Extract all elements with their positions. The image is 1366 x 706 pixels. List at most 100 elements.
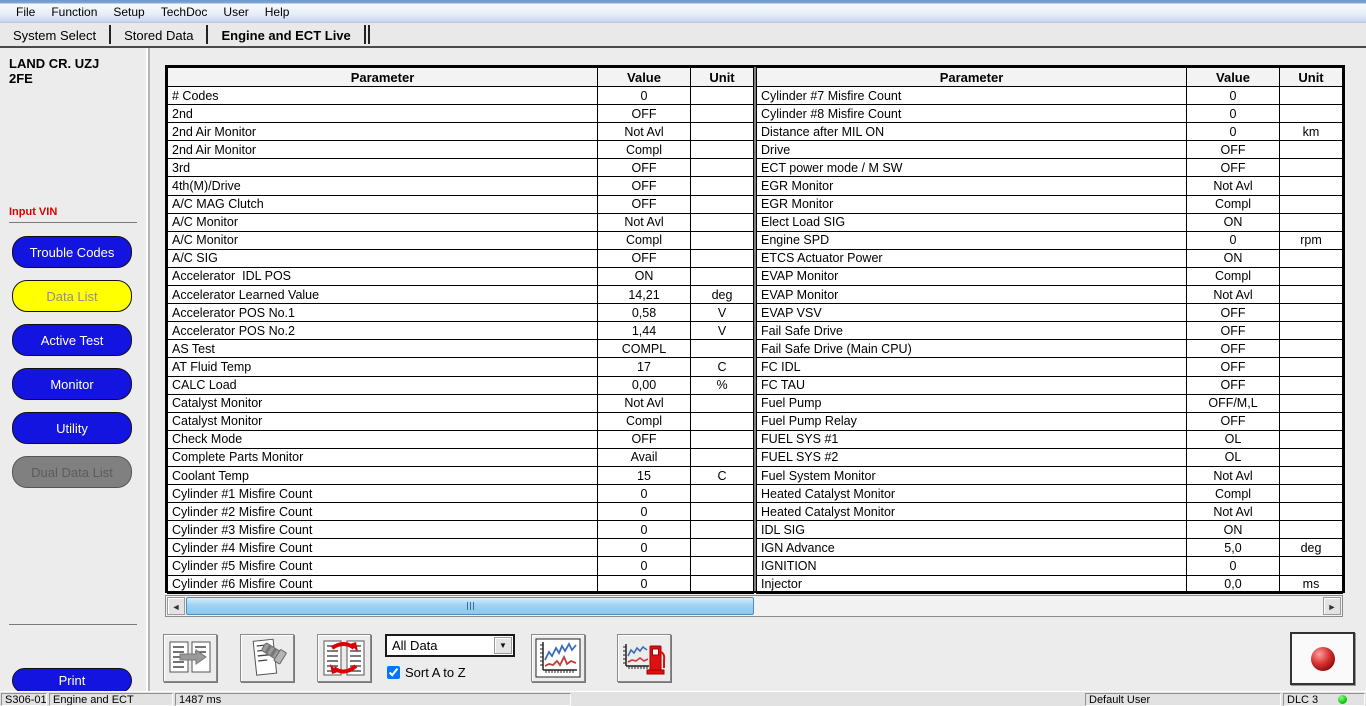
- param-cell: A/C Monitor: [168, 231, 598, 249]
- param-cell: # Codes: [168, 87, 598, 105]
- header-value[interactable]: Value: [1187, 68, 1280, 87]
- sort-a-to-z-checkbox[interactable]: [387, 666, 400, 679]
- table-row[interactable]: Cylinder #2 Misfire Count0: [168, 503, 754, 521]
- utility-button[interactable]: Utility: [12, 412, 132, 444]
- table-row[interactable]: EVAP MonitorCompl: [757, 267, 1343, 285]
- table-row[interactable]: Fuel System MonitorNot Avl: [757, 466, 1343, 484]
- table-row[interactable]: IGNITION0: [757, 557, 1343, 575]
- scroll-left-arrow-icon[interactable]: ◄: [167, 597, 185, 615]
- trouble-codes-button[interactable]: Trouble Codes: [12, 236, 132, 268]
- line-graph-button[interactable]: [531, 634, 585, 682]
- table-row[interactable]: Elect Load SIGON: [757, 213, 1343, 231]
- table-row[interactable]: Heated Catalyst MonitorCompl: [757, 485, 1343, 503]
- table-row[interactable]: Complete Parts MonitorAvail: [168, 448, 754, 466]
- menu-user[interactable]: User: [215, 2, 256, 22]
- table-row[interactable]: Cylinder #1 Misfire Count0: [168, 485, 754, 503]
- table-row[interactable]: FUEL SYS #1OL: [757, 430, 1343, 448]
- table-row[interactable]: Check ModeOFF: [168, 430, 754, 448]
- value-cell: OFF: [598, 430, 691, 448]
- data-filter-dropdown[interactable]: All Data ▼: [385, 634, 515, 657]
- table-row[interactable]: Fail Safe DriveOFF: [757, 322, 1343, 340]
- table-row[interactable]: # Codes0: [168, 87, 754, 105]
- table-row[interactable]: Cylinder #3 Misfire Count0: [168, 521, 754, 539]
- table-row[interactable]: Cylinder #7 Misfire Count0: [757, 87, 1343, 105]
- table-row[interactable]: Coolant Temp15C: [168, 466, 754, 484]
- table-row[interactable]: EGR MonitorNot Avl: [757, 177, 1343, 195]
- table-row[interactable]: Fail Safe Drive (Main CPU)OFF: [757, 340, 1343, 358]
- header-value[interactable]: Value: [598, 68, 691, 87]
- scrollbar-thumb[interactable]: [186, 597, 754, 615]
- menu-file[interactable]: File: [8, 2, 43, 22]
- header-parameter[interactable]: Parameter: [168, 68, 598, 87]
- tab-stored-data[interactable]: Stored Data: [111, 25, 208, 44]
- table-row[interactable]: EGR MonitorCompl: [757, 195, 1343, 213]
- table-row[interactable]: Accelerator Learned Value14,21deg: [168, 286, 754, 304]
- table-row[interactable]: 4th(M)/DriveOFF: [168, 177, 754, 195]
- table-row[interactable]: A/C SIGOFF: [168, 249, 754, 267]
- table-row[interactable]: DriveOFF: [757, 141, 1343, 159]
- table-row[interactable]: Fuel Pump RelayOFF: [757, 412, 1343, 430]
- header-unit[interactable]: Unit: [1280, 68, 1343, 87]
- table-row[interactable]: Injector0,0ms: [757, 575, 1343, 593]
- table-row[interactable]: 3rdOFF: [168, 159, 754, 177]
- select-data-list-button[interactable]: [163, 634, 217, 682]
- scroll-right-arrow-icon[interactable]: ►: [1323, 597, 1341, 615]
- table-row[interactable]: EVAP MonitorNot Avl: [757, 286, 1343, 304]
- graph-fuel-button[interactable]: [617, 634, 671, 682]
- table-row[interactable]: Heated Catalyst MonitorNot Avl: [757, 503, 1343, 521]
- table-row[interactable]: ETCS Actuator PowerON: [757, 249, 1343, 267]
- active-test-button[interactable]: Active Test: [12, 324, 132, 356]
- table-row[interactable]: Cylinder #5 Misfire Count0: [168, 557, 754, 575]
- table-row[interactable]: IDL SIGON: [757, 521, 1343, 539]
- table-row[interactable]: Cylinder #4 Misfire Count0: [168, 539, 754, 557]
- header-parameter[interactable]: Parameter: [757, 68, 1187, 87]
- table-row[interactable]: Distance after MIL ON0km: [757, 123, 1343, 141]
- table-row[interactable]: Fuel PumpOFF/M,L: [757, 394, 1343, 412]
- menu-techdoc[interactable]: TechDoc: [153, 2, 216, 22]
- table-row[interactable]: 2nd Air MonitorCompl: [168, 141, 754, 159]
- horizontal-scrollbar[interactable]: ◄ ►: [165, 595, 1343, 617]
- print-button[interactable]: Print: [12, 668, 132, 693]
- record-button[interactable]: [1290, 632, 1355, 685]
- table-row[interactable]: 2nd Air MonitorNot Avl: [168, 123, 754, 141]
- table-row[interactable]: ECT power mode / M SWOFF: [757, 159, 1343, 177]
- unit-cell: [1280, 466, 1343, 484]
- swap-data-list-button[interactable]: [317, 634, 371, 682]
- table-row[interactable]: IGN Advance5,0deg: [757, 539, 1343, 557]
- tab-system-select[interactable]: System Select: [0, 25, 111, 44]
- table-row[interactable]: AS TestCOMPL: [168, 340, 754, 358]
- table-row[interactable]: FC TAUOFF: [757, 376, 1343, 394]
- table-row[interactable]: FC IDLOFF: [757, 358, 1343, 376]
- param-cell: Fail Safe Drive (Main CPU): [757, 340, 1187, 358]
- table-row[interactable]: FUEL SYS #2OL: [757, 448, 1343, 466]
- table-row[interactable]: A/C MonitorCompl: [168, 231, 754, 249]
- table-row[interactable]: Engine SPD0rpm: [757, 231, 1343, 249]
- dual-data-list-button[interactable]: Dual Data List: [12, 456, 132, 488]
- menu-setup[interactable]: Setup: [105, 2, 152, 22]
- dropdown-arrow-icon[interactable]: ▼: [494, 637, 512, 654]
- unit-cell: [1280, 105, 1343, 123]
- table-row[interactable]: AT Fluid Temp17C: [168, 358, 754, 376]
- table-row[interactable]: Accelerator IDL POSON: [168, 267, 754, 285]
- menu-function[interactable]: Function: [43, 2, 105, 22]
- table-row[interactable]: Accelerator POS No.21,44V: [168, 322, 754, 340]
- table-row[interactable]: Accelerator POS No.10,58V: [168, 304, 754, 322]
- table-row[interactable]: A/C MAG ClutchOFF: [168, 195, 754, 213]
- table-row[interactable]: 2ndOFF: [168, 105, 754, 123]
- table-row[interactable]: Cylinder #6 Misfire Count0: [168, 575, 754, 593]
- monitor-button[interactable]: Monitor: [12, 368, 132, 400]
- table-row[interactable]: CALC Load0,00%: [168, 376, 754, 394]
- input-vin-link[interactable]: Input VIN: [9, 206, 57, 218]
- menu-help[interactable]: Help: [257, 2, 298, 22]
- tab-engine-ect-live[interactable]: Engine and ECT Live: [208, 25, 365, 44]
- table-row[interactable]: Catalyst MonitorCompl: [168, 412, 754, 430]
- table-row[interactable]: Cylinder #8 Misfire Count0: [757, 105, 1343, 123]
- inspect-data-button[interactable]: [240, 634, 294, 682]
- data-list-button[interactable]: Data List: [12, 280, 132, 312]
- value-cell: OL: [1187, 430, 1280, 448]
- unit-cell: [691, 87, 754, 105]
- table-row[interactable]: Catalyst MonitorNot Avl: [168, 394, 754, 412]
- table-row[interactable]: EVAP VSVOFF: [757, 304, 1343, 322]
- header-unit[interactable]: Unit: [691, 68, 754, 87]
- table-row[interactable]: A/C MonitorNot Avl: [168, 213, 754, 231]
